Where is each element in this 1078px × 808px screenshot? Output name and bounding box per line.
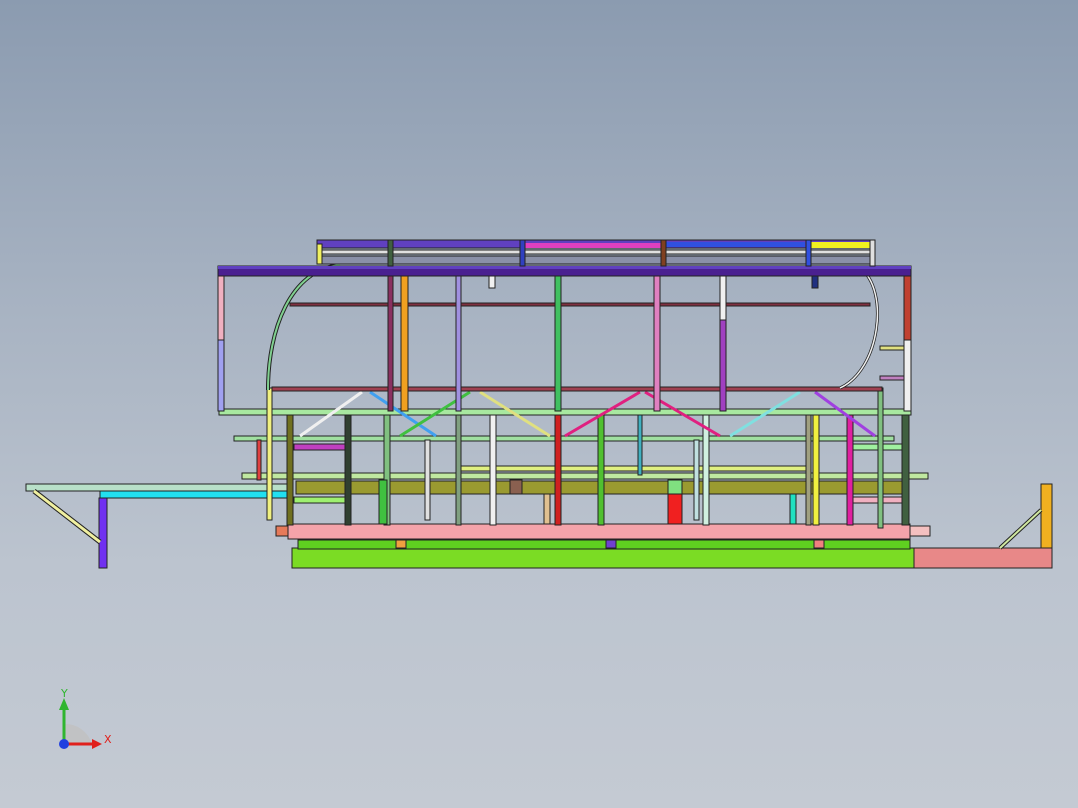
coordinate-triad: Y X bbox=[50, 682, 120, 762]
y-axis-label: Y bbox=[61, 687, 68, 700]
left-arm-post bbox=[98, 497, 108, 569]
sill-end-right bbox=[909, 525, 931, 537]
sill-end-left bbox=[275, 525, 289, 537]
arch-chord bbox=[289, 302, 871, 307]
base-platform bbox=[291, 547, 915, 569]
foot-2 bbox=[605, 539, 617, 549]
deck-beam bbox=[218, 408, 912, 416]
right-post bbox=[1040, 483, 1053, 549]
fixture-1 bbox=[488, 275, 496, 289]
left-arm-beam bbox=[25, 483, 291, 492]
arch-left bbox=[266, 263, 341, 391]
foot-3 bbox=[813, 539, 825, 549]
left-arm-cyan bbox=[99, 490, 291, 499]
cad-model-frame-assembly[interactable] bbox=[0, 0, 1078, 808]
pink-sill-beam bbox=[287, 523, 911, 540]
x-axis-label: X bbox=[104, 733, 112, 746]
right-extension bbox=[913, 547, 1053, 569]
foot-1 bbox=[395, 539, 407, 549]
fixture-2 bbox=[811, 275, 819, 289]
arch-right bbox=[839, 266, 879, 390]
mid-horizontal bbox=[271, 386, 883, 392]
graphics-viewport[interactable]: Y X bbox=[0, 0, 1078, 808]
